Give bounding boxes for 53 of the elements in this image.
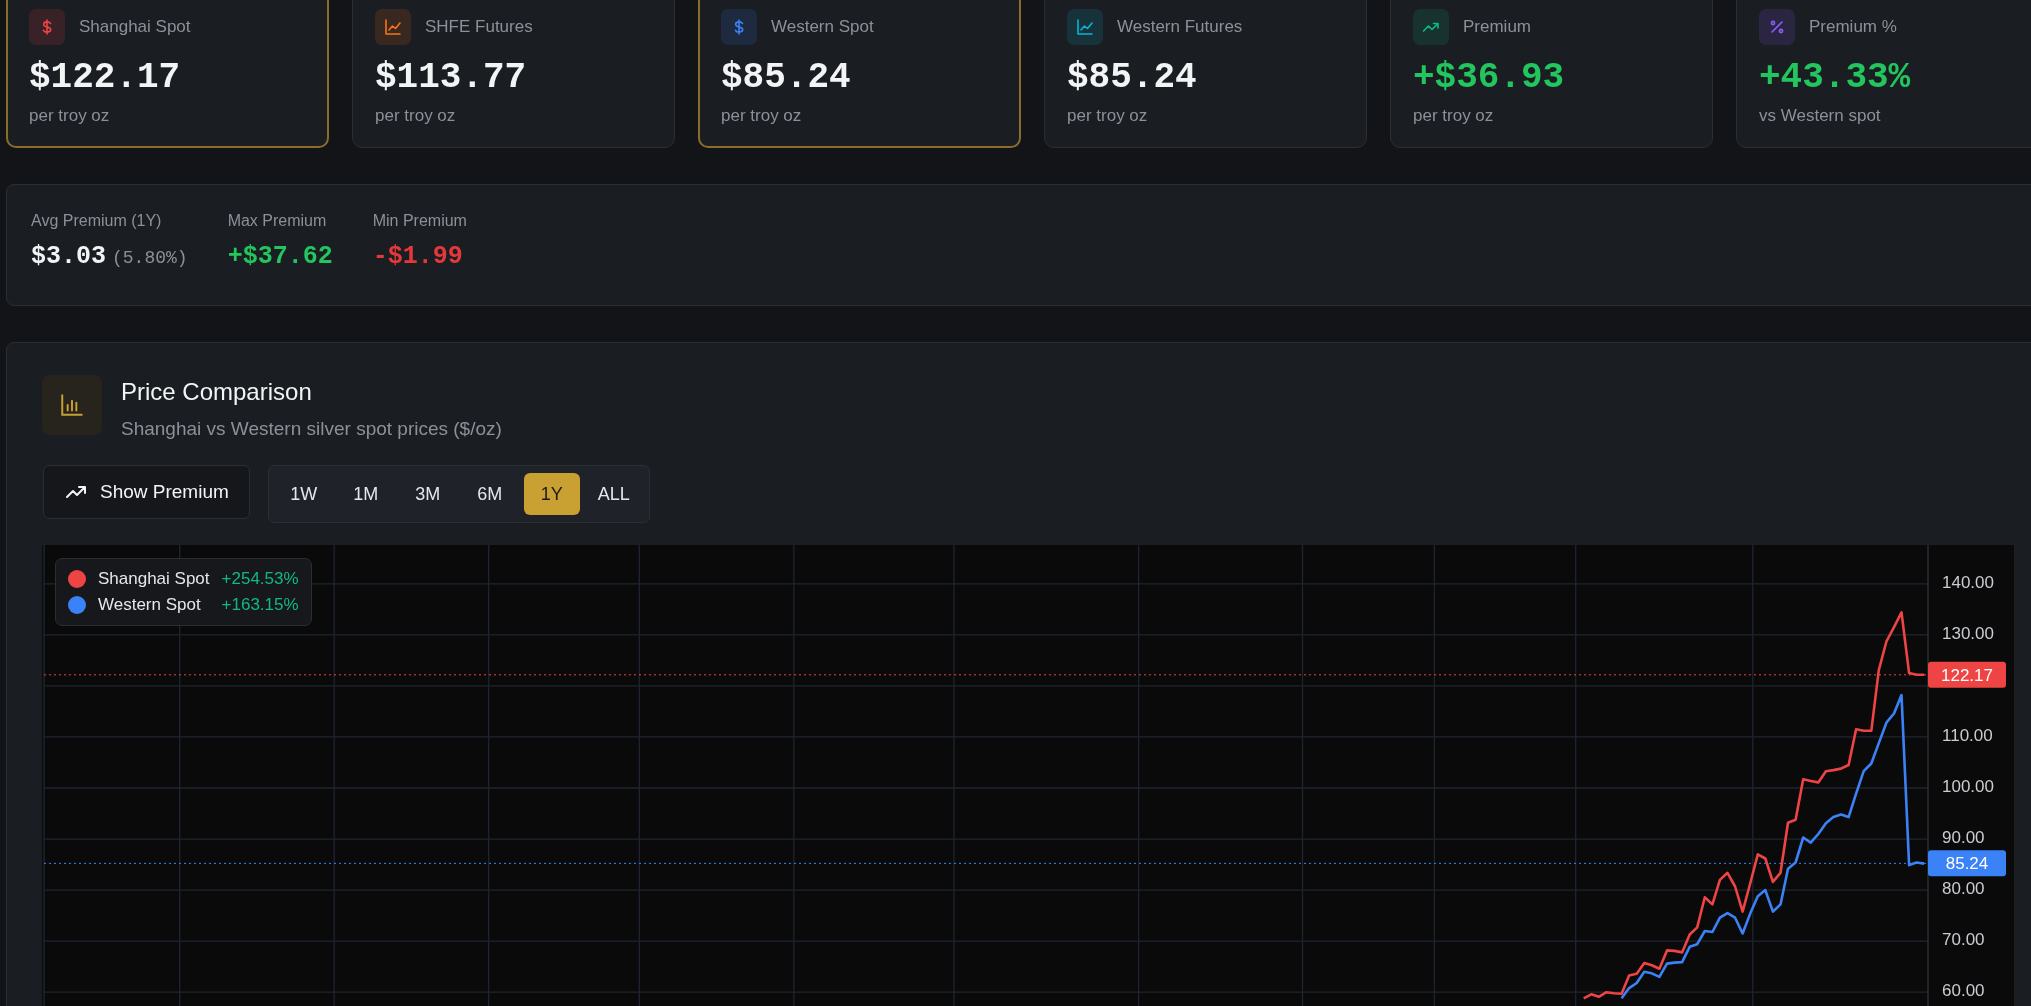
legend-label: Western Spot [98, 595, 202, 615]
card-value: +43.33% [1759, 57, 1912, 98]
axis-label: 130.00 [1942, 623, 1994, 643]
card-caption: per troy oz [1413, 106, 1495, 126]
card-caption: per troy oz [375, 106, 457, 126]
price-tag: 122.17 [1928, 661, 2006, 688]
card-label: Western Futures [1117, 17, 1243, 37]
range-tab[interactable]: 1W [275, 473, 332, 515]
ref-line-label: 122.17 [1941, 665, 1993, 685]
bar-chart-icon [42, 375, 102, 435]
chart-subtitle: Shanghai vs Western silver spot prices ($/oz) [121, 418, 502, 440]
card-caption: per troy oz [29, 106, 111, 126]
line-chart-icon [383, 17, 403, 37]
card-label: Shanghai Spot [79, 17, 191, 37]
card-value: +$36.93 [1413, 57, 1566, 98]
stat-value: +$37.62 [227, 242, 333, 271]
axis-label: 140.00 [1942, 572, 1994, 592]
range-tab[interactable]: 3M [399, 473, 456, 515]
show-premium-button[interactable]: Show Premium [43, 465, 250, 519]
card-caption: per troy oz [721, 106, 803, 126]
ref-line-label: 85.24 [1945, 854, 1989, 874]
price-tag: 85.24 [1928, 850, 2006, 877]
stat-value: $3.03 [31, 242, 106, 271]
card-label: Premium % [1809, 17, 1897, 37]
card-caption: vs Western spot [1759, 106, 1882, 126]
range-tab[interactable]: ALL [585, 473, 642, 515]
range-tab[interactable]: 1M [337, 473, 394, 515]
line-chart-icon [1075, 17, 1095, 37]
chart-title: Price Comparison [121, 378, 313, 406]
axis-label: 80.00 [1942, 879, 1985, 899]
card-label: Premium [1463, 17, 1531, 37]
stat-note: (5.80%) [112, 248, 188, 268]
card-label: SHFE Futures [425, 17, 533, 37]
card-label: Western Spot [771, 17, 874, 37]
card-caption: per troy oz [1067, 106, 1149, 126]
range-tab[interactable]: 1Y [523, 473, 580, 515]
axis-label: 110.00 [1942, 725, 1993, 745]
stat-value: -$1.99 [372, 242, 463, 271]
axis-label: 100.00 [1942, 777, 1994, 796]
card-value: $85.24 [721, 57, 852, 98]
card-value: $85.24 [1067, 57, 1198, 98]
legend-change: +254.53% [221, 569, 299, 589]
axis-label: 70.00 [1942, 930, 1985, 950]
range-tab[interactable]: 6M [461, 473, 518, 515]
card-value: $113.77 [375, 57, 528, 98]
legend-change: +163.15% [221, 595, 299, 615]
axis-label: 60.00 [1942, 981, 1985, 1001]
stat-label: Avg Premium (1Y) [31, 212, 163, 230]
stat-label: Max Premium [227, 212, 328, 230]
axis-label: 90.00 [1942, 828, 1985, 848]
legend-label: Shanghai Spot [98, 569, 210, 589]
card-value: $122.17 [29, 57, 182, 98]
stat-label: Min Premium [372, 212, 467, 230]
